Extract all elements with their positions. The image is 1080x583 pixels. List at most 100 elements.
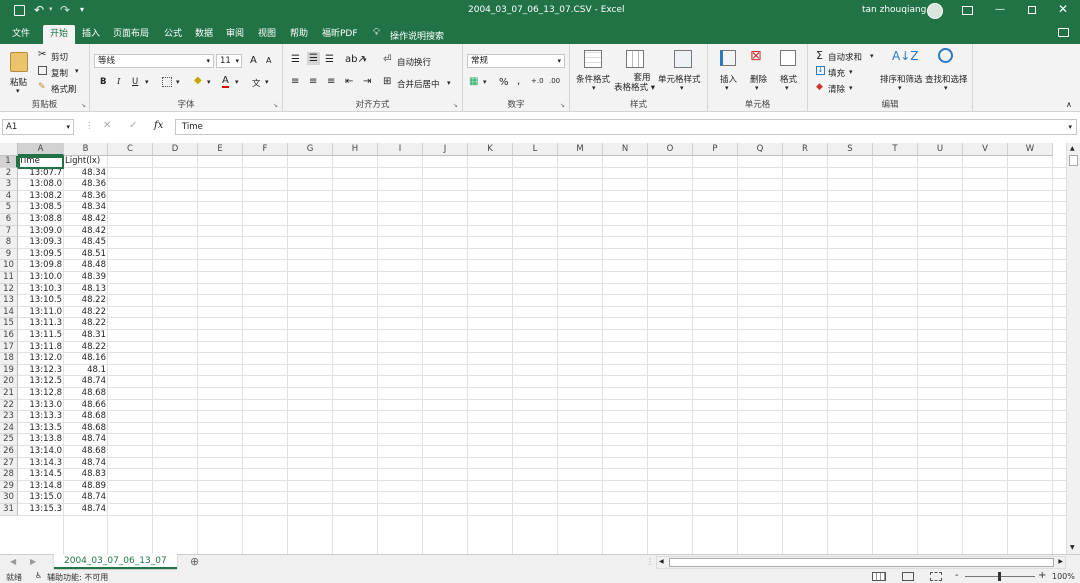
phonetic-guide-button[interactable]: 文 xyxy=(252,77,261,89)
user-name[interactable]: tan zhouqiang xyxy=(862,5,926,15)
name-box[interactable]: A1 ▾ xyxy=(2,119,74,135)
wrap-text-icon[interactable]: ⏎ xyxy=(383,54,391,65)
scroll-down-icon[interactable]: ▼ xyxy=(1070,544,1075,551)
data-cell[interactable]: 13:10.3 xyxy=(19,284,62,296)
align-top-icon[interactable]: ☰ xyxy=(291,54,300,65)
column-header-I[interactable]: I xyxy=(378,143,423,156)
column-header-A[interactable]: A xyxy=(18,143,64,156)
copy-button[interactable]: 复制 xyxy=(51,67,68,79)
row-header[interactable]: 27 xyxy=(0,457,18,470)
tab-file[interactable]: 文件 xyxy=(5,25,37,44)
insert-dropdown-icon[interactable]: ▾ xyxy=(725,84,729,92)
data-cell[interactable]: 13:15.3 xyxy=(19,504,62,516)
formula-input[interactable]: Time ▾ xyxy=(175,119,1077,135)
data-cell[interactable]: 48.89 xyxy=(65,481,106,493)
header-cell[interactable]: Light(lx) xyxy=(65,156,106,168)
clear-dropdown-icon[interactable]: ▾ xyxy=(849,84,853,92)
collapse-ribbon-icon[interactable]: ∧ xyxy=(1066,100,1072,109)
data-cell[interactable]: 48.83 xyxy=(65,469,106,481)
horizontal-scroll-thumb[interactable] xyxy=(669,558,1054,567)
row-header[interactable]: 28 xyxy=(0,469,18,481)
alignment-launcher-icon[interactable]: ↘ xyxy=(453,102,458,109)
data-cell[interactable]: 48.31 xyxy=(65,330,106,342)
data-cell[interactable]: 13:08.0 xyxy=(19,179,62,191)
data-cell[interactable]: 48.68 xyxy=(65,446,106,458)
close-icon[interactable]: ✕ xyxy=(1058,2,1068,16)
save-icon[interactable] xyxy=(14,5,25,16)
fill-icon[interactable]: ↓ xyxy=(816,66,825,75)
font-launcher-icon[interactable]: ↘ xyxy=(273,102,278,109)
fill-button[interactable]: 填充 xyxy=(828,67,845,79)
format-as-table-icon[interactable] xyxy=(626,50,644,68)
column-header-N[interactable]: N xyxy=(603,143,648,156)
cut-button[interactable]: 剪切 xyxy=(51,51,68,63)
data-cell[interactable]: 48.45 xyxy=(65,237,106,249)
tab-review[interactable]: 审阅 xyxy=(219,25,251,44)
bold-button[interactable]: B xyxy=(100,77,106,87)
zoom-level[interactable]: 100% xyxy=(1052,572,1075,581)
data-cell[interactable]: 48.1 xyxy=(65,365,106,377)
data-cell[interactable]: 48.74 xyxy=(65,376,106,388)
align-middle-icon[interactable]: ☰ xyxy=(307,52,320,65)
column-header-W[interactable]: W xyxy=(1008,143,1053,156)
cell-styles-dropdown-icon[interactable]: ▾ xyxy=(680,84,684,92)
row-header[interactable]: 2 xyxy=(0,167,18,180)
row-header[interactable]: 5 xyxy=(0,202,18,214)
row-header[interactable]: 23 xyxy=(0,411,18,423)
row-header[interactable]: 12 xyxy=(0,283,18,296)
row-header[interactable]: 11 xyxy=(0,272,18,284)
merge-center-button[interactable]: 合并后居中 xyxy=(397,78,440,90)
italic-button[interactable]: I xyxy=(117,77,120,87)
delete-cells-icon[interactable]: ⊠ xyxy=(750,48,762,64)
column-header-Q[interactable]: Q xyxy=(738,143,783,156)
data-cell[interactable]: 48.34 xyxy=(65,168,106,180)
undo-dropdown-icon[interactable]: ▾ xyxy=(49,5,53,13)
vertical-scrollbar[interactable]: ▲ ▼ xyxy=(1066,143,1080,554)
column-header-S[interactable]: S xyxy=(828,143,873,156)
data-cell[interactable]: 48.74 xyxy=(65,434,106,446)
format-dropdown-icon[interactable]: ▾ xyxy=(785,84,789,92)
column-header-U[interactable]: U xyxy=(918,143,963,156)
data-cell[interactable]: 48.22 xyxy=(65,342,106,354)
font-name-select[interactable]: 等线 ▾ xyxy=(94,54,214,68)
undo-icon[interactable]: ↶ xyxy=(34,3,44,17)
row-header[interactable]: 22 xyxy=(0,399,18,412)
data-cell[interactable]: 48.36 xyxy=(65,191,106,203)
column-header-C[interactable]: C xyxy=(108,143,153,156)
row-header[interactable]: 29 xyxy=(0,480,18,493)
row-header[interactable]: 30 xyxy=(0,492,18,504)
restore-icon[interactable] xyxy=(1028,6,1036,14)
row-header[interactable]: 4 xyxy=(0,190,18,203)
formula-bar-grip-icon[interactable]: ⋮ xyxy=(85,121,94,131)
format-as-table-button[interactable]: 套用 表格格式 ▾ xyxy=(614,73,655,93)
row-header[interactable]: 3 xyxy=(0,179,18,191)
tab-foxit-pdf[interactable]: 福昕PDF xyxy=(315,25,365,44)
row-header[interactable]: 21 xyxy=(0,388,18,400)
sheet-prev-icon[interactable]: ◀ xyxy=(10,557,16,566)
scroll-left-icon[interactable]: ◀ xyxy=(659,558,664,565)
sheet-tab[interactable]: 2004_03_07_06_13_07 xyxy=(54,554,177,569)
column-header-R[interactable]: R xyxy=(783,143,828,156)
font-color-dropdown-icon[interactable]: ▾ xyxy=(235,78,239,86)
data-cell[interactable]: 48.16 xyxy=(65,353,106,365)
accessibility-status[interactable]: 辅助功能: 不可用 xyxy=(47,572,108,583)
data-cell[interactable]: 48.22 xyxy=(65,295,106,307)
ribbon-display-options-icon[interactable] xyxy=(962,6,973,15)
column-header-H[interactable]: H xyxy=(333,143,378,156)
worksheet-grid[interactable]: ABCDEFGHIJKLMNOPQRSTUVW 1 2 3 4 5 6 7 8 9 10 11 12 1… xyxy=(0,143,1066,554)
decrease-font-size-button[interactable]: A xyxy=(266,56,271,65)
zoom-slider[interactable] xyxy=(965,572,1035,581)
vertical-scroll-thumb[interactable] xyxy=(1069,155,1078,166)
column-header-O[interactable]: O xyxy=(648,143,693,156)
zoom-in-button[interactable]: + xyxy=(1038,570,1046,581)
row-header[interactable]: 19 xyxy=(0,364,18,377)
column-header-D[interactable]: D xyxy=(153,143,198,156)
borders-dropdown-icon[interactable]: ▾ xyxy=(176,78,180,86)
align-bottom-icon[interactable]: ☰ xyxy=(325,54,334,65)
data-cell[interactable]: 48.68 xyxy=(65,423,106,435)
column-header-B[interactable]: B xyxy=(64,143,108,156)
format-painter-button[interactable]: 格式刷 xyxy=(51,83,77,95)
number-format-select[interactable]: 常规 ▾ xyxy=(467,54,565,68)
clear-icon[interactable]: ◆ xyxy=(816,82,823,92)
data-cell[interactable]: 48.74 xyxy=(65,504,106,516)
